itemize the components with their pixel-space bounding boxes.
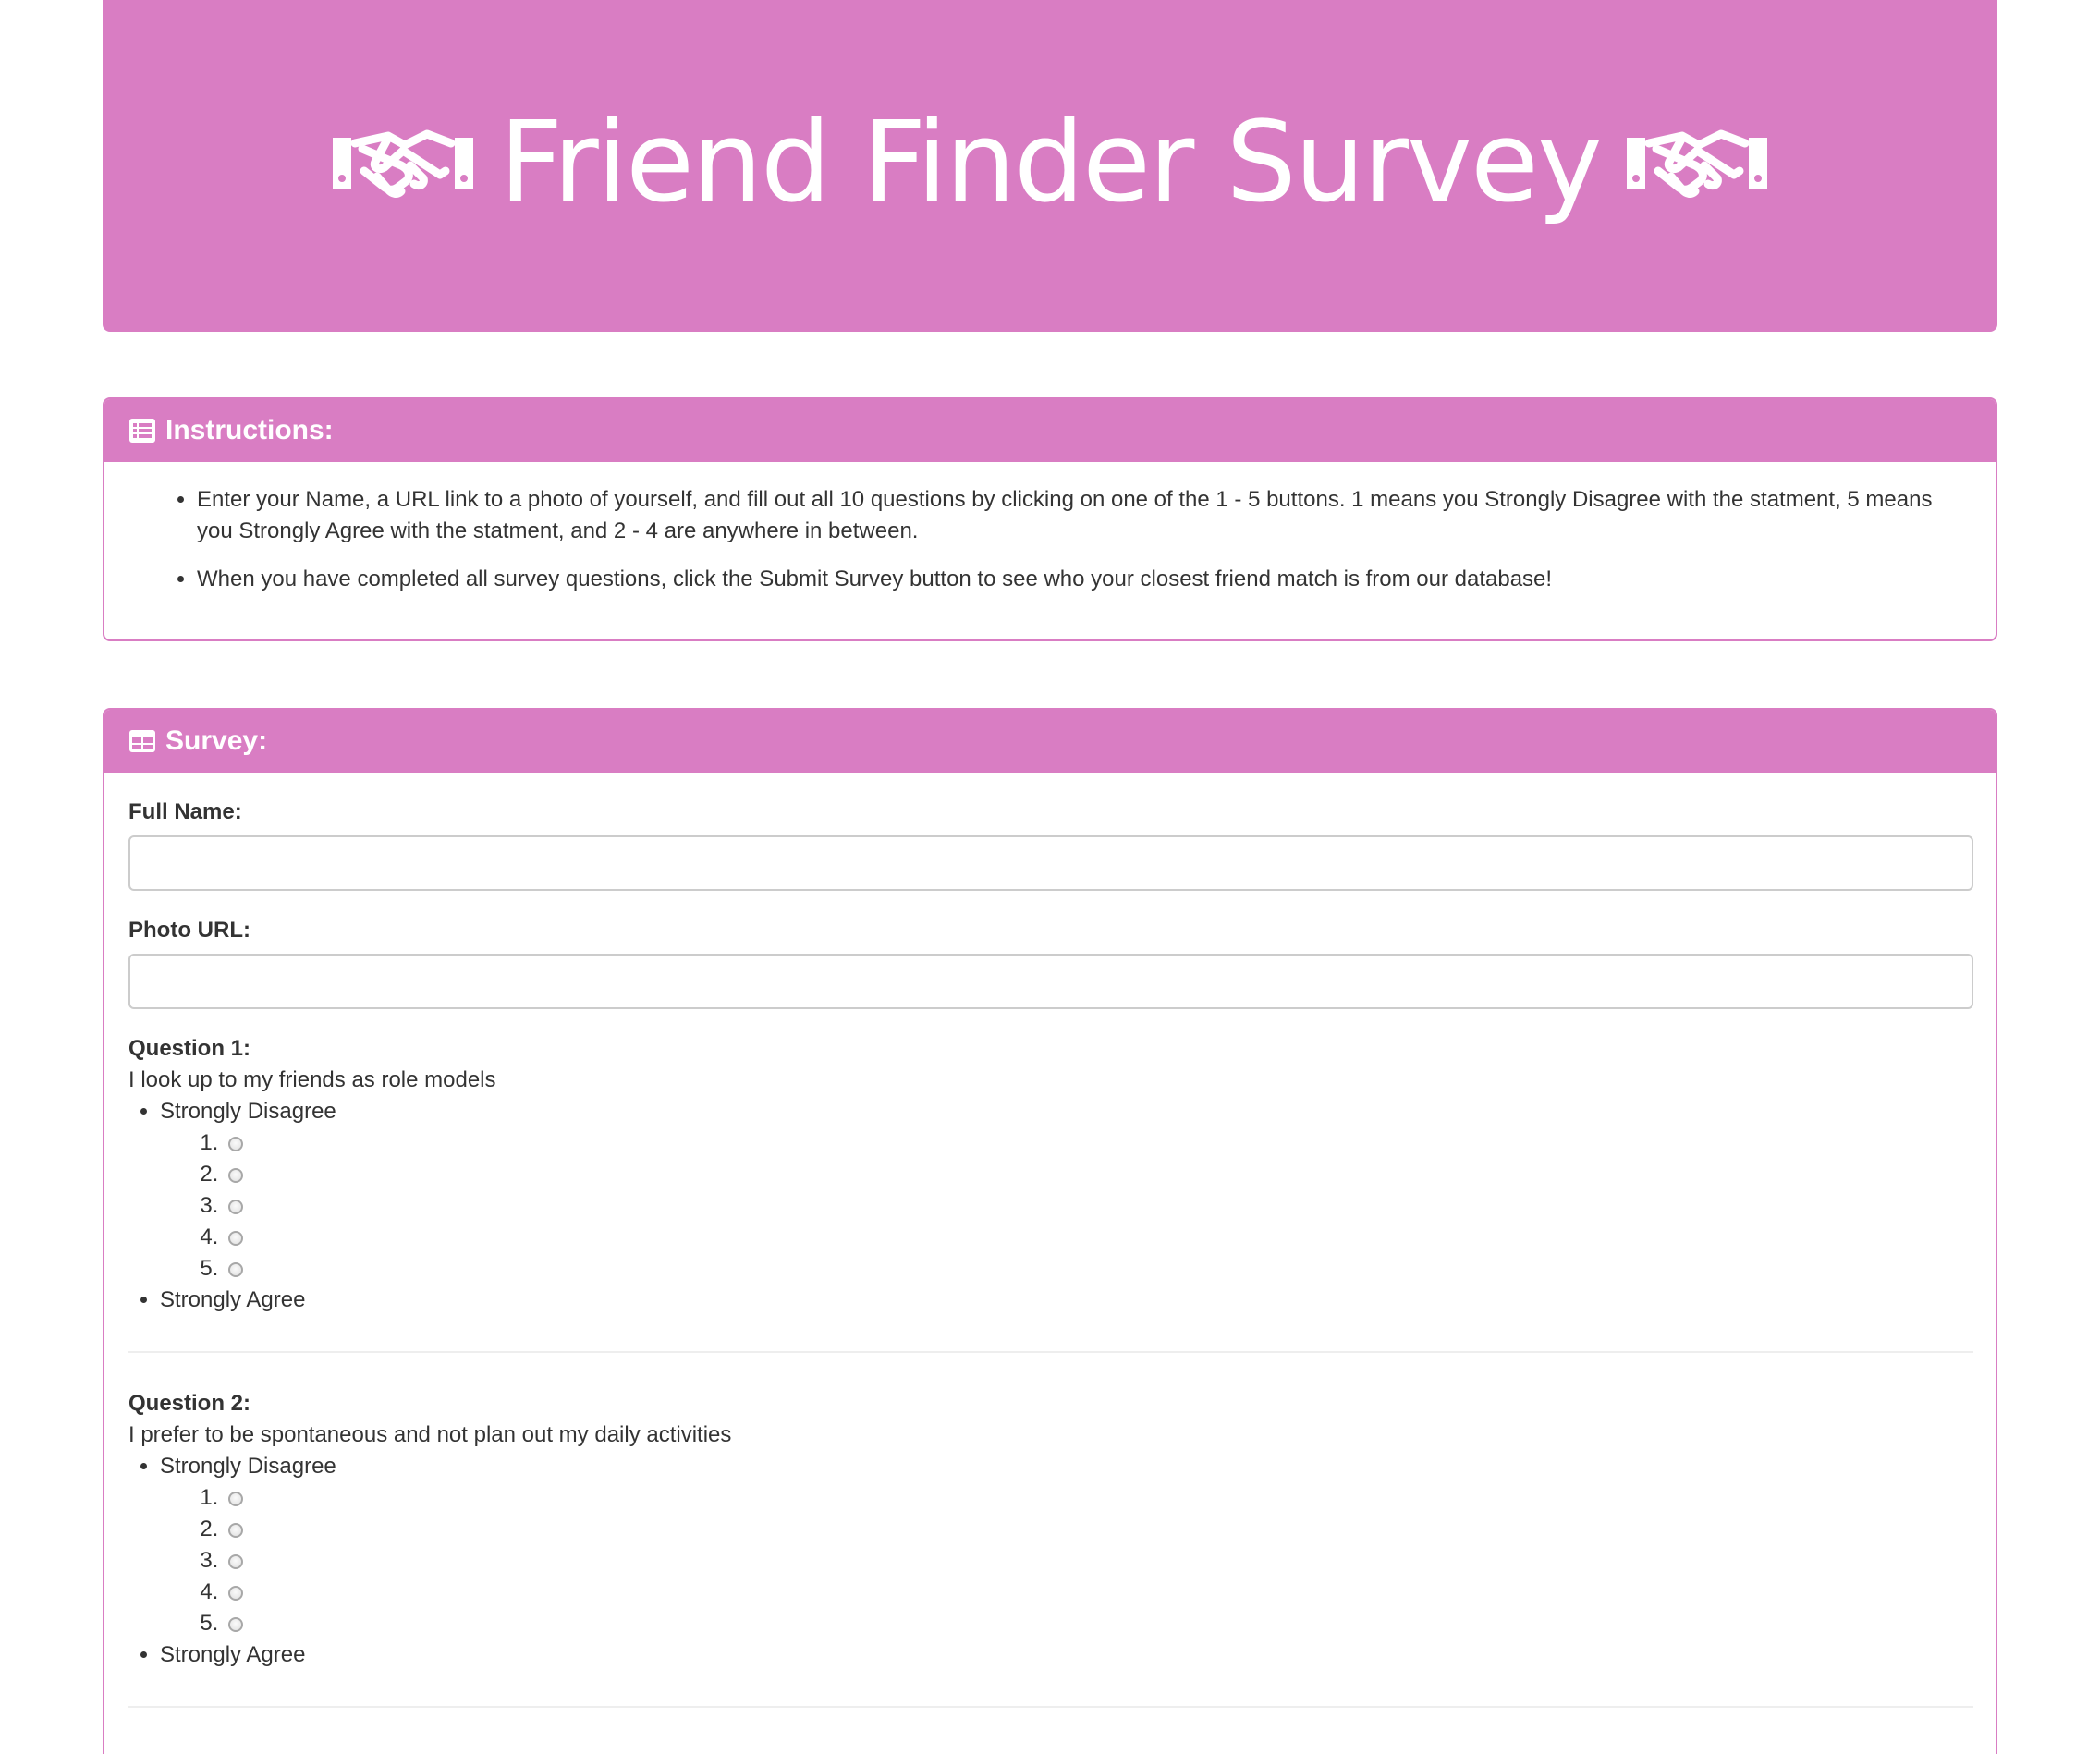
answer-radio-4[interactable] — [228, 1586, 243, 1601]
answer-options — [160, 1482, 1972, 1639]
answer-scale: Strongly Disagree Strongly Agree — [128, 1096, 1972, 1316]
scale-high-item: Strongly Agree — [160, 1285, 1972, 1316]
table-icon — [129, 730, 155, 752]
list-icon — [129, 419, 155, 443]
answer-option — [225, 1253, 1972, 1285]
instruction-item: Enter your Name, a URL link to a photo o… — [197, 484, 1962, 547]
answer-option — [225, 1608, 1972, 1639]
answer-radio-2[interactable] — [228, 1523, 243, 1538]
handshake-icon — [1626, 129, 1767, 198]
answer-radio-1[interactable] — [228, 1137, 243, 1151]
question-divider — [128, 1706, 1973, 1708]
answer-radio-3[interactable] — [228, 1554, 243, 1569]
answer-option — [225, 1159, 1972, 1190]
instructions-heading-label: Instructions: — [165, 415, 334, 445]
instruction-item: When you have completed all survey quest… — [197, 564, 1962, 595]
question-text: I look up to my friends as role models — [128, 1067, 496, 1092]
question-title: Question 2: — [128, 1391, 251, 1416]
header-title-row: Friend Finder Survey — [331, 98, 1769, 227]
question-text: I prefer to be spontaneous and not plan … — [128, 1422, 732, 1447]
handshake-icon — [333, 129, 474, 198]
survey-heading: Survey: — [104, 710, 1996, 773]
answer-option — [225, 1190, 1972, 1222]
instructions-body: Enter your Name, a URL link to a photo o… — [104, 462, 1996, 595]
answer-option — [225, 1545, 1972, 1577]
instructions-list: Enter your Name, a URL link to a photo o… — [138, 484, 1962, 595]
scale-high-label: Strongly Agree — [160, 1287, 306, 1312]
answer-option — [225, 1482, 1972, 1514]
answer-option — [225, 1577, 1972, 1608]
full-name-input[interactable] — [128, 835, 1973, 891]
question-divider — [128, 1351, 1973, 1353]
answer-radio-5[interactable] — [228, 1617, 243, 1632]
answer-scale: Strongly Disagree Strongly Agree — [128, 1451, 1972, 1671]
answer-option — [225, 1127, 1972, 1159]
survey-heading-label: Survey: — [165, 725, 268, 756]
question-2: Question 2: I prefer to be spontaneous a… — [128, 1388, 1972, 1671]
question-1: Question 1: I look up to my friends as r… — [128, 1033, 1972, 1316]
scale-low-label: Strongly Disagree — [160, 1454, 336, 1479]
photo-url-label: Photo URL: — [128, 918, 250, 943]
answer-radio-5[interactable] — [228, 1262, 243, 1277]
scale-low-item: Strongly Disagree — [160, 1451, 1972, 1639]
answer-radio-1[interactable] — [228, 1492, 243, 1506]
question-title: Question 1: — [128, 1036, 251, 1061]
page: Friend Finder Survey Instructions: • Ent… — [0, 0, 2100, 1754]
answer-radio-4[interactable] — [228, 1231, 243, 1246]
scale-high-item: Strongly Agree — [160, 1639, 1972, 1671]
page-title: Friend Finder Survey — [499, 98, 1603, 227]
survey-panel: Survey: Full Name: Photo URL: Question 1… — [103, 708, 1997, 1754]
header-banner: Friend Finder Survey — [103, 0, 1997, 332]
main-container: Friend Finder Survey Instructions: • Ent… — [103, 0, 1997, 1754]
scale-high-label: Strongly Agree — [160, 1642, 306, 1667]
answer-option — [225, 1514, 1972, 1545]
answer-options — [160, 1127, 1972, 1285]
answer-option — [225, 1222, 1972, 1253]
instructions-heading: Instructions: — [104, 399, 1996, 462]
scale-low-item: Strongly Disagree — [160, 1096, 1972, 1285]
instructions-panel: Instructions: Enter your Name, a URL lin… — [103, 397, 1997, 641]
scale-low-label: Strongly Disagree — [160, 1099, 336, 1124]
answer-radio-3[interactable] — [228, 1200, 243, 1214]
full-name-label: Full Name: — [128, 799, 242, 824]
survey-body: Full Name: Photo URL: Question 1: I look… — [104, 797, 1996, 1708]
answer-radio-2[interactable] — [228, 1168, 243, 1183]
photo-url-input[interactable] — [128, 954, 1973, 1009]
